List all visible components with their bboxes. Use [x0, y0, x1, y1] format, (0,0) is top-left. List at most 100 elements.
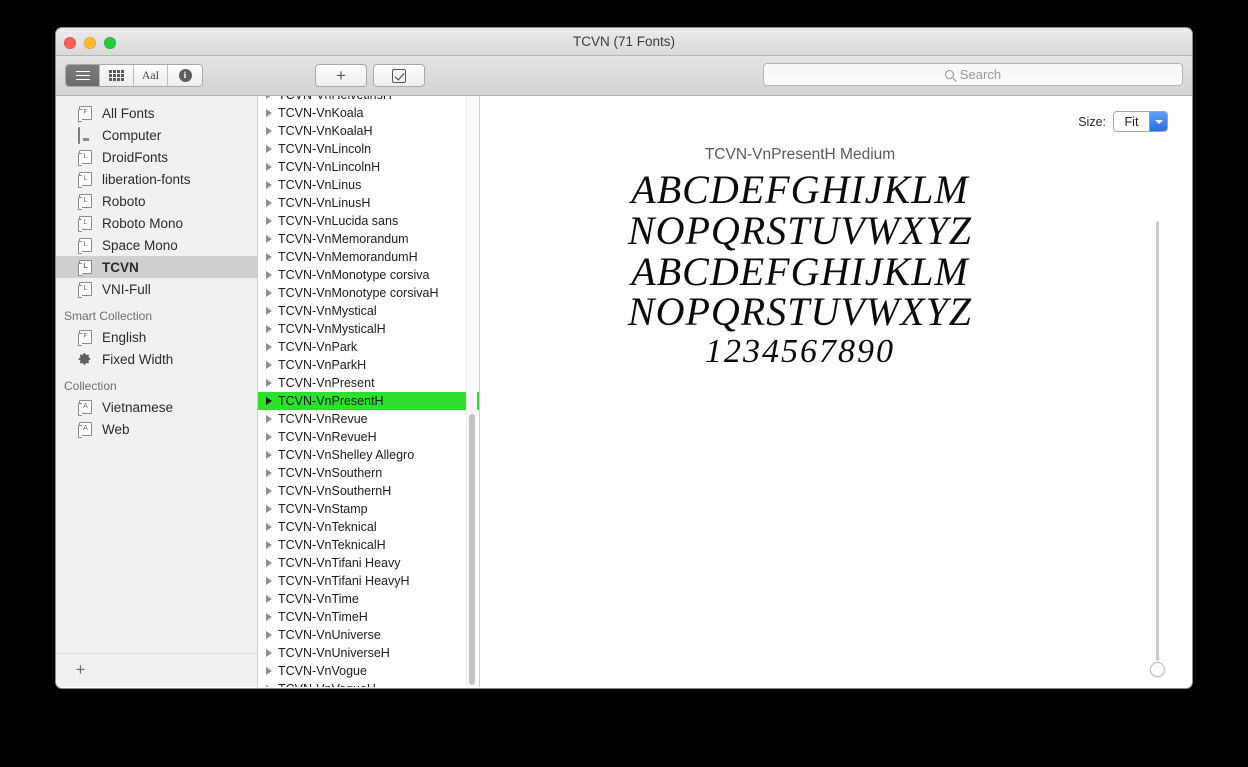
font-list-row[interactable]: TCVN-VnMemorandum — [258, 230, 479, 248]
disclosure-triangle-icon[interactable] — [266, 469, 272, 477]
font-list-row[interactable]: TCVN-VnLinusH — [258, 194, 479, 212]
sample-view-button[interactable]: AaI — [134, 65, 168, 86]
disclosure-triangle-icon[interactable] — [266, 667, 272, 675]
font-list-row[interactable]: TCVN-VnParkH — [258, 356, 479, 374]
info-view-button[interactable]: i — [168, 65, 202, 86]
sidebar-item-space-mono[interactable]: L Space Mono — [56, 234, 257, 256]
disclosure-triangle-icon[interactable] — [266, 217, 272, 225]
font-list-row[interactable]: TCVN-VnMystical — [258, 302, 479, 320]
disclosure-triangle-icon[interactable] — [266, 325, 272, 333]
font-list-row[interactable]: TCVN-VnStamp — [258, 500, 479, 518]
sidebar-item-computer[interactable]: Computer — [56, 124, 257, 146]
sidebar-item-tcvn[interactable]: L TCVN — [56, 256, 257, 278]
font-list-row[interactable]: TCVN-VnLinus — [258, 176, 479, 194]
font-list-row[interactable]: TCVN-VnTifani HeavyH — [258, 572, 479, 590]
font-list-row[interactable]: TCVN-VnKoala — [258, 104, 479, 122]
disclosure-triangle-icon[interactable] — [266, 397, 272, 405]
font-list-scrollbar[interactable] — [466, 96, 477, 687]
font-list-row[interactable]: TCVN-VnMysticalH — [258, 320, 479, 338]
disclosure-triangle-icon[interactable] — [266, 595, 272, 603]
font-list-scrollbar-thumb[interactable] — [469, 414, 475, 685]
disclosure-triangle-icon[interactable] — [266, 487, 272, 495]
disclosure-triangle-icon[interactable] — [266, 145, 272, 153]
font-name-label: TCVN-VnLucida sans — [278, 214, 399, 228]
sidebar-item-vni-full[interactable]: L VNI-Full — [56, 278, 257, 300]
font-list-row[interactable]: TCVN-VnRevue — [258, 410, 479, 428]
font-list-row[interactable]: TCVN-VnLucida sans — [258, 212, 479, 230]
font-name-label: TCVN-VnPark — [278, 340, 358, 354]
font-list[interactable]: TCVN-VnHelvetinsH TCVN-VnKoala TCVN-VnKoal… — [258, 96, 479, 687]
disclosure-triangle-icon[interactable] — [266, 505, 272, 513]
font-list-row[interactable]: TCVN-VnRevueH — [258, 428, 479, 446]
disclosure-triangle-icon[interactable] — [266, 343, 272, 351]
disclosure-triangle-icon[interactable] — [266, 577, 272, 585]
font-list-row[interactable]: TCVN-VnTeknical — [258, 518, 479, 536]
font-list-row[interactable]: TCVN-VnSouthern — [258, 464, 479, 482]
font-list-row[interactable]: TCVN-VnVogue — [258, 662, 479, 680]
font-list-row[interactable]: TCVN-VnPark — [258, 338, 479, 356]
size-select[interactable]: Fit — [1113, 111, 1168, 132]
size-slider-knob[interactable] — [1150, 662, 1165, 677]
search-input[interactable]: Search — [763, 63, 1183, 86]
sidebar-item-droidfonts[interactable]: L DroidFonts — [56, 146, 257, 168]
font-list-row[interactable]: TCVN-VnTimeH — [258, 608, 479, 626]
disclosure-triangle-icon[interactable] — [266, 361, 272, 369]
font-list-row[interactable]: TCVN-VnLincolnH — [258, 158, 479, 176]
font-list-row[interactable]: TCVN-VnVogueH — [258, 680, 479, 687]
font-list-row[interactable]: TCVN-VnHelvetinsH — [258, 96, 479, 104]
disclosure-triangle-icon[interactable] — [266, 685, 272, 687]
font-list-row[interactable]: TCVN-VnTifani Heavy — [258, 554, 479, 572]
sidebar-item-liberation-fonts[interactable]: Lliberation-fonts — [56, 168, 257, 190]
sidebar-item-fixed-width[interactable]: Fixed Width — [56, 348, 257, 370]
list-view-button[interactable] — [66, 65, 100, 86]
font-list-row[interactable]: TCVN-VnKoalaH — [258, 122, 479, 140]
font-list-row[interactable]: TCVN-VnMonotype corsiva — [258, 266, 479, 284]
disclosure-triangle-icon[interactable] — [266, 433, 272, 441]
font-list-row[interactable]: TCVN-VnTime — [258, 590, 479, 608]
sidebar-item-vietnamese[interactable]: A Vietnamese — [56, 396, 257, 418]
disclosure-triangle-icon[interactable] — [266, 127, 272, 135]
font-list-row[interactable]: TCVN-VnSouthernH — [258, 482, 479, 500]
sidebar-item-web[interactable]: A Web — [56, 418, 257, 440]
disclosure-triangle-icon[interactable] — [266, 289, 272, 297]
disclosure-triangle-icon[interactable] — [266, 235, 272, 243]
chevron-down-icon[interactable] — [1149, 112, 1167, 131]
font-list-row[interactable]: TCVN-VnLincoln — [258, 140, 479, 158]
disclosure-triangle-icon[interactable] — [266, 559, 272, 567]
font-list-row[interactable]: TCVN-VnMemorandumH — [258, 248, 479, 266]
disclosure-triangle-icon[interactable] — [266, 307, 272, 315]
sidebar-item-roboto[interactable]: L Roboto — [56, 190, 257, 212]
disclosure-triangle-icon[interactable] — [266, 181, 272, 189]
disclosure-triangle-icon[interactable] — [266, 415, 272, 423]
disclosure-triangle-icon[interactable] — [266, 451, 272, 459]
disclosure-triangle-icon[interactable] — [266, 649, 272, 657]
sidebar-item-all-fonts[interactable]: F All Fonts — [56, 102, 257, 124]
sidebar-item-english[interactable]: F English — [56, 326, 257, 348]
font-list-row[interactable]: TCVN-VnShelley Allegro — [258, 446, 479, 464]
disclosure-triangle-icon[interactable] — [266, 541, 272, 549]
disclosure-triangle-icon[interactable] — [266, 271, 272, 279]
font-list-row[interactable]: TCVN-VnTeknicalH — [258, 536, 479, 554]
disclosure-triangle-icon[interactable] — [266, 613, 272, 621]
disclosure-triangle-icon[interactable] — [266, 379, 272, 387]
disclosure-triangle-icon[interactable] — [266, 523, 272, 531]
disclosure-triangle-icon[interactable] — [266, 96, 272, 99]
disclosure-triangle-icon[interactable] — [266, 631, 272, 639]
font-list-row[interactable]: TCVN-VnUniverseH — [258, 644, 479, 662]
font-list-row-selected[interactable]: TCVN-VnPresentH — [258, 392, 479, 410]
grid-view-button[interactable] — [100, 65, 134, 86]
validate-font-button[interactable] — [373, 64, 425, 87]
new-collection-button[interactable]: + — [72, 661, 89, 679]
disclosure-triangle-icon[interactable] — [266, 109, 272, 117]
disclosure-triangle-icon[interactable] — [266, 163, 272, 171]
size-slider[interactable] — [1150, 221, 1165, 677]
disclosure-triangle-icon[interactable] — [266, 199, 272, 207]
sidebar-item-roboto-mono[interactable]: L Roboto Mono — [56, 212, 257, 234]
add-font-button[interactable]: + — [315, 64, 367, 87]
font-list-row[interactable]: TCVN-VnUniverse — [258, 626, 479, 644]
view-mode-segmented-control[interactable]: AaI i — [65, 64, 203, 87]
font-list-row[interactable]: TCVN-VnPresent — [258, 374, 479, 392]
checkbox-icon — [392, 68, 406, 83]
font-list-row[interactable]: TCVN-VnMonotype corsivaH — [258, 284, 479, 302]
disclosure-triangle-icon[interactable] — [266, 253, 272, 261]
